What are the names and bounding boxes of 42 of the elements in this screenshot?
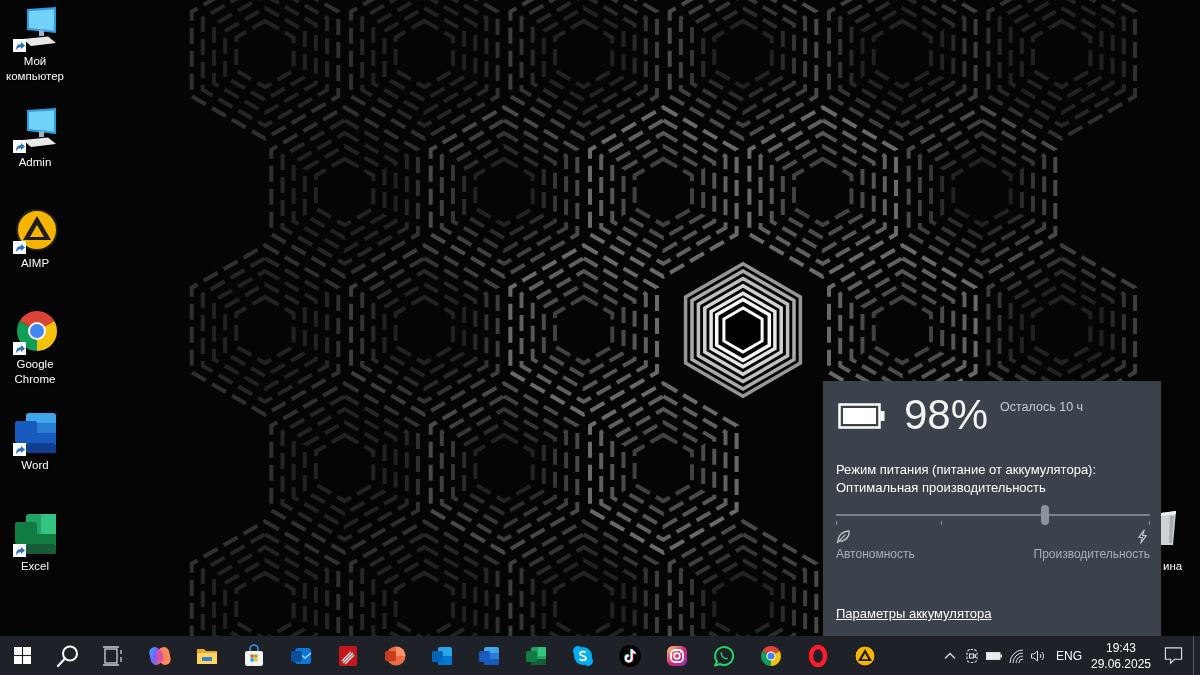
battery-percentage: 98% xyxy=(904,392,989,438)
desktop-shortcut[interactable]: Admin xyxy=(0,108,70,170)
computer-icon xyxy=(12,108,58,154)
music-note-icon[interactable] xyxy=(617,643,642,668)
browser-icon xyxy=(12,310,58,356)
leaf-icon xyxy=(836,529,851,544)
slider-thumb[interactable] xyxy=(1041,505,1050,525)
app-logo-icon xyxy=(12,512,58,558)
battery-settings-link[interactable]: Параметры аккумулятора xyxy=(836,605,992,622)
app-logo-icon xyxy=(12,411,58,457)
power-mode-value: Оптимальная производительность xyxy=(836,479,1047,497)
triangle-logo-icon xyxy=(12,209,58,255)
volume-icon[interactable] xyxy=(1030,647,1046,664)
battery-saver-label: Автономность xyxy=(836,546,915,562)
wifi-icon[interactable] xyxy=(1008,647,1024,664)
start-icon[interactable] xyxy=(14,647,31,664)
app-logo-icon[interactable] xyxy=(570,643,595,668)
desktop-shortcut[interactable]: Word xyxy=(0,411,70,473)
browser-icon[interactable] xyxy=(758,643,783,668)
lightning-icon xyxy=(1135,529,1150,544)
desktop-shortcut[interactable]: ина xyxy=(1161,510,1183,574)
desktop-shortcut[interactable]: Мой компьютер xyxy=(0,7,70,84)
language-indicator[interactable]: ENG xyxy=(1053,647,1085,664)
battery-icon xyxy=(838,403,886,429)
computer-icon xyxy=(12,7,58,53)
bin-icon xyxy=(1161,510,1177,546)
search-icon[interactable] xyxy=(55,643,80,668)
task-view-icon[interactable] xyxy=(101,643,125,668)
phone-bubble-icon[interactable] xyxy=(711,643,736,668)
notification-icon[interactable] xyxy=(1163,646,1183,665)
camera-app-icon[interactable] xyxy=(664,643,689,668)
desktop-shortcut[interactable]: AIMP xyxy=(0,209,70,271)
power-mode-title: Режим питания (питание от аккумулятора): xyxy=(836,461,1098,479)
desktop-shortcut[interactable]: Google Chrome xyxy=(0,310,70,387)
time-remaining-text: Осталось 10 ч xyxy=(1000,399,1084,415)
clock-date[interactable]: 29.06.2025 xyxy=(1090,655,1152,672)
battery-icon[interactable] xyxy=(986,651,1002,660)
performance-label: Производительность xyxy=(1033,546,1150,562)
camera-icon[interactable] xyxy=(964,647,980,664)
triangle-logo-icon[interactable] xyxy=(852,643,877,668)
clock-time[interactable]: 19:43 xyxy=(1106,639,1136,656)
desktop-shortcut[interactable]: Excel xyxy=(0,512,70,574)
